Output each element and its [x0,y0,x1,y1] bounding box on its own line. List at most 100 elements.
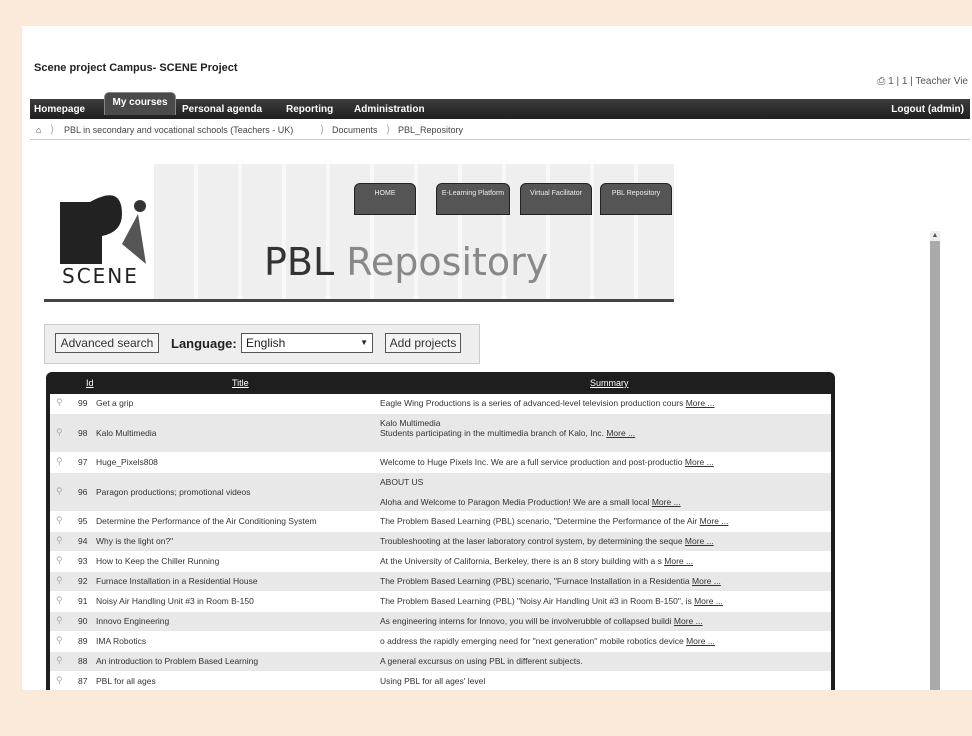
nav-my-courses[interactable]: My courses [104,92,176,115]
magnifier-icon[interactable]: ⚲ [56,596,65,605]
nav-homepage[interactable]: Homepage [34,104,85,115]
nav-reporting[interactable]: Reporting [286,104,333,115]
banner-home-button[interactable]: HOME [354,183,416,215]
logout-link[interactable]: Logout (admin) [891,104,964,115]
summary-text: The Problem Based Learning (PBL) scenari… [380,576,690,586]
magnifier-icon[interactable]: ⚲ [56,457,65,466]
more-link[interactable]: More ... [700,516,729,526]
column-summary[interactable]: Summary [590,378,629,388]
magnifier-icon[interactable]: ⚲ [56,398,65,407]
magnifier-icon[interactable]: ⚲ [56,556,65,565]
table-row[interactable]: ⚲ 88 An introduction to Problem Based Lear… [50,652,831,672]
breadcrumb-documents[interactable]: Documents [332,125,378,135]
column-id[interactable]: Id [86,378,94,388]
table-row[interactable]: ⚲ 95 Determine the Performance of the Air … [50,512,831,532]
logo-text: SCENE [62,264,139,288]
nav-administration[interactable]: Administration [354,104,425,115]
row-title[interactable]: Huge_Pixels808 [96,457,158,467]
summary-text-line2: Aloha and Welcome to Paragon Media Produ… [380,497,650,507]
table-row[interactable]: ⚲ 91 Noisy Air Handling Unit #3 in Room B-… [50,592,831,612]
table-row[interactable]: ⚲ 92 Furnace Installation in a Residential… [50,572,831,592]
more-link[interactable]: More ... [686,398,715,408]
page-title: PBL Repository [264,240,548,284]
row-title[interactable]: Paragon productions; promotional videos [96,487,251,497]
more-link[interactable]: More ... [606,428,635,438]
magnifier-icon[interactable]: ⚲ [56,536,65,545]
table-row[interactable]: ⚲ 98 Kalo Multimedia Kalo Multimedia Student… [50,414,831,453]
summary-text: A general excursus on using PBL in diffe… [380,656,583,666]
banner-repository-button[interactable]: PBL Repository [600,183,672,215]
row-summary: Welcome to Huge Pixels Inc. We are a ful… [380,457,820,467]
scrollbar[interactable] [930,231,940,690]
table-row[interactable]: ⚲ 94 Why is the light on?" Troubleshooting … [50,532,831,552]
more-link[interactable]: More ... [685,536,714,546]
row-id: 96 [78,487,88,497]
banner-facilitator-button[interactable]: Virtual Facilitator [520,183,592,215]
row-summary: o address the rapidly emerging need for … [380,636,820,646]
chevron-down-icon: ▼ [360,338,368,347]
home-icon[interactable]: ⌂ [36,125,41,135]
scroll-up-icon[interactable]: ▲ [930,231,940,241]
search-panel: Advanced search Language: English ▼ Add … [44,324,480,364]
row-title[interactable]: Furnace Installation in a Residential Ho… [96,576,258,586]
row-id: 95 [78,516,88,526]
more-link[interactable]: More ... [686,636,715,646]
chevron-right-icon: ⟩ [386,124,391,136]
table-row[interactable]: ⚲ 87 PBL for all ages Using PBL for all age… [50,672,831,690]
language-select[interactable]: English ▼ [241,333,373,353]
magnifier-icon[interactable]: ⚲ [56,616,65,625]
summary-text: ABOUT US [380,477,424,487]
site-title: Scene project Campus- SCENE Project [34,62,238,74]
breadcrumb-course[interactable]: PBL in secondary and vocational schools … [64,125,293,135]
magnifier-icon[interactable]: ⚲ [56,516,65,525]
row-title[interactable]: Get a grip [96,398,133,408]
table-row[interactable]: ⚲ 93 How to Keep the Chiller Running At the… [50,552,831,572]
more-link[interactable]: More ... [652,497,681,507]
more-link[interactable]: More ... [694,596,723,606]
magnifier-icon[interactable]: ⚲ [56,676,65,685]
summary-text: o address the rapidly emerging need for … [380,636,684,646]
add-projects-button[interactable]: Add projects [385,333,461,353]
row-title[interactable]: Innovo Engineering [96,616,169,626]
magnifier-icon[interactable]: ⚲ [56,576,65,585]
nav-personal-agenda[interactable]: Personal agenda [182,104,262,115]
summary-text: At the University of California, Berkele… [380,556,662,566]
row-title[interactable]: How to Keep the Chiller Running [96,556,219,566]
table-row[interactable]: ⚲ 90 Innovo Engineering As engineering inte… [50,612,831,632]
more-link[interactable]: More ... [692,576,721,586]
magnifier-icon[interactable]: ⚲ [56,636,65,645]
row-id: 98 [78,428,88,438]
row-title[interactable]: Noisy Air Handling Unit #3 in Room B-150 [96,596,254,606]
advanced-search-button[interactable]: Advanced search [55,333,159,353]
row-summary: Troubleshooting at the laser laboratory … [380,536,820,546]
row-summary: The Problem Based Learning (PBL) "Noisy … [380,596,820,606]
row-title[interactable]: Kalo Multimedia [96,428,156,438]
more-link[interactable]: More ... [685,457,714,467]
more-link[interactable]: More ... [674,616,703,626]
banner-elearning-button[interactable]: E-Learning Platform [436,183,510,215]
row-title[interactable]: Determine the Performance of the Air Con… [96,516,317,526]
row-title[interactable]: IMA Robotics [96,636,146,646]
magnifier-icon[interactable]: ⚲ [56,428,65,437]
table-row[interactable]: ⚲ 96 Paragon productions; promotional vide… [50,473,831,512]
breadcrumb: ⌂ ⟩ PBL in secondary and vocational scho… [30,123,970,140]
row-title[interactable]: PBL for all ages [96,676,156,686]
table-row[interactable]: ⚲ 89 IMA Robotics o address the rapidly eme… [50,632,831,652]
row-summary: The Problem Based Learning (PBL) scenari… [380,576,820,586]
summary-text: As engineering interns for Innovo, you w… [380,616,672,626]
row-title[interactable]: Why is the light on?" [96,536,173,546]
more-link[interactable]: More ... [664,556,693,566]
magnifier-icon[interactable]: ⚲ [56,656,65,665]
table-row[interactable]: ⚲ 97 Huge_Pixels808 Welcome to Huge Pixels … [50,453,831,473]
table-row[interactable]: ⚲ 99 Get a grip Eagle Wing Productions is a… [50,394,831,414]
language-value: English [246,336,286,350]
row-id: 89 [78,636,88,646]
row-title[interactable]: An introduction to Problem Based Learnin… [96,656,258,666]
magnifier-icon[interactable]: ⚲ [56,487,65,496]
breadcrumb-repository[interactable]: PBL_Repository [398,125,463,135]
row-summary: At the University of California, Berkele… [380,556,820,566]
printer-icon[interactable]: ⎙ [877,76,885,87]
column-title[interactable]: Title [232,378,249,388]
summary-text: The Problem Based Learning (PBL) scenari… [380,516,698,526]
user-toolbar[interactable]: ⎙ 1 | 1 | Teacher Vie [877,76,968,87]
